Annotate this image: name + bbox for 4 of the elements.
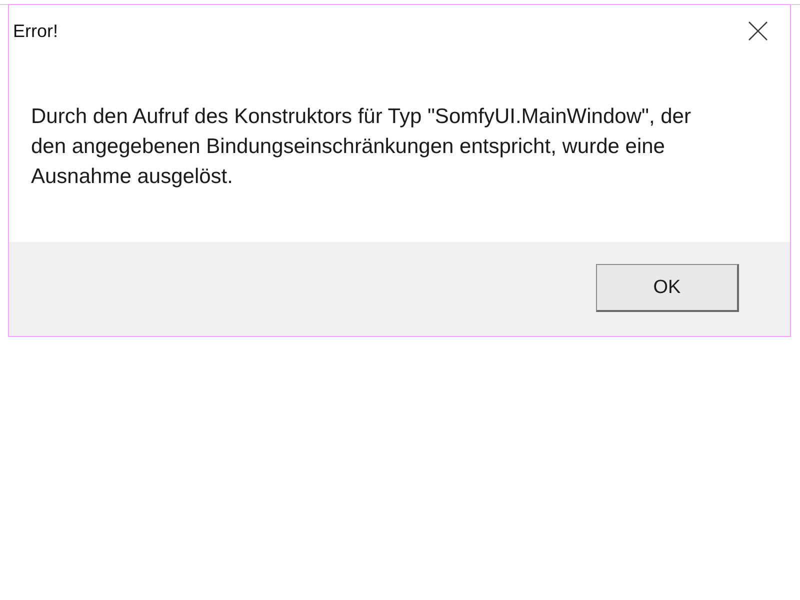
window-title: Error! — [13, 20, 58, 42]
error-message: Durch den Aufruf des Konstruktors für Typ "SomfyUI.MainWindow", der den angegebenen Bindungseinschränkungen entspricht, wurde eine Ausnahme ausgelöst. — [31, 104, 692, 190]
ok-button[interactable]: OK — [596, 264, 739, 312]
close-icon[interactable] — [747, 20, 769, 42]
